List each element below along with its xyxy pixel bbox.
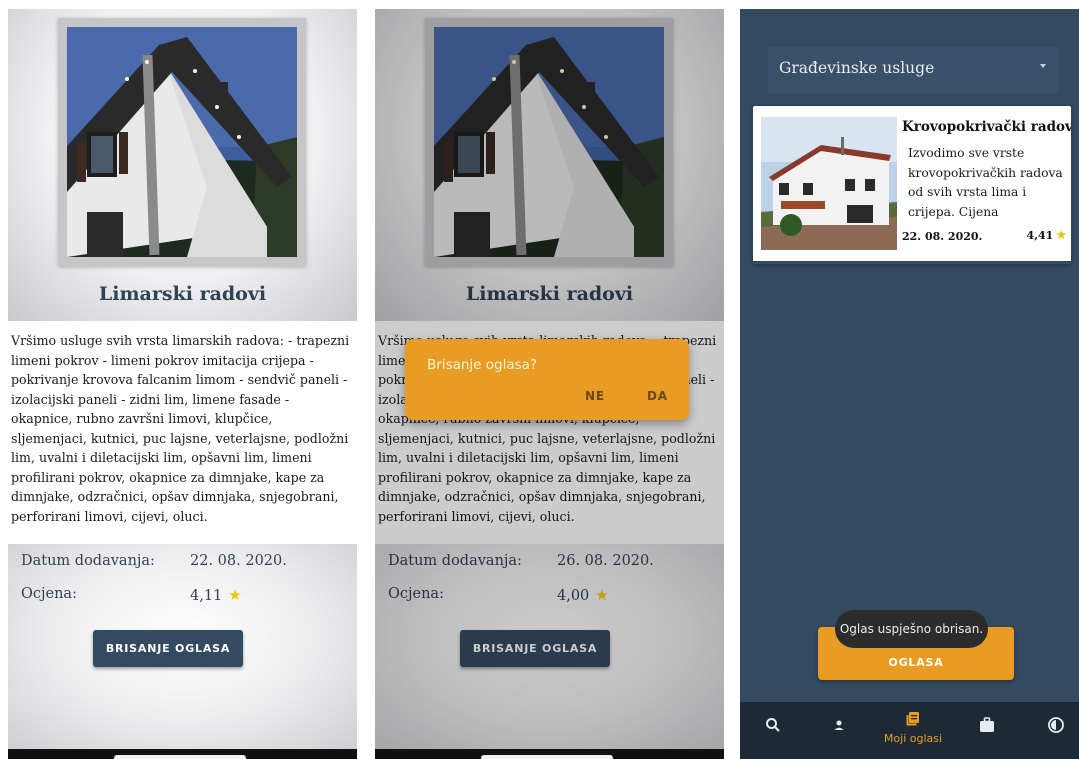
delete-confirm-screen: Limarski radovi Vršimo usluge svih vrsta… — [375, 9, 724, 759]
ad-title: Limarski radovi — [98, 283, 267, 305]
home-indicator[interactable] — [481, 755, 613, 759]
date-value: 22. 08. 2020. — [190, 553, 287, 569]
ad-header: Limarski radovi — [8, 9, 357, 321]
ad-card-image — [761, 117, 897, 250]
ad-info: Datum dodavanja: 22. 08. 2020. Ocjena: 4… — [8, 544, 357, 749]
delete-dialog: Brisanje oglasa? NE DA — [405, 339, 689, 420]
ad-card-description: Izvodimo sve vrste krovopokrivačkih rado… — [908, 146, 1063, 219]
ad-card-title: Krovopokrivački radov — [902, 119, 1071, 135]
briefcase-icon — [980, 717, 994, 732]
nav-theme[interactable] — [1023, 702, 1079, 749]
star-icon: ★ — [1055, 228, 1067, 243]
dropdown-arrow-icon — [1040, 64, 1046, 68]
ad-photo-frame — [58, 18, 306, 266]
nav-profile[interactable] — [806, 702, 872, 749]
person-icon — [834, 720, 844, 730]
dialog-no-button[interactable]: NE — [585, 389, 605, 403]
home-indicator[interactable] — [114, 755, 246, 759]
delete-ad-button[interactable]: BRISANJE OGLASA — [93, 630, 243, 667]
my-ads-icon — [906, 712, 919, 726]
ad-detail-screen: Limarski radovi Vršimo usluge svih vrsta… — [8, 9, 357, 759]
dialog-yes-button[interactable]: DA — [647, 389, 668, 403]
category-dropdown[interactable]: Građevinske usluge — [768, 47, 1058, 93]
ad-card-rating: 4,41 ★ — [1027, 228, 1067, 243]
ad-description: Vršimo usluge svih vrsta limarskih radov… — [8, 321, 357, 544]
ad-card[interactable]: Krovopokrivački radov Izvodimo sve vrste… — [753, 106, 1071, 264]
date-label: Datum dodavanja: — [21, 553, 155, 569]
card-bottom-line — [753, 261, 1071, 264]
ad-card-date: 22. 08. 2020. — [902, 230, 983, 243]
nav-my-ads[interactable]: Moji oglasi — [880, 702, 946, 749]
rating-value-wrap: 4,11 ★ — [190, 586, 242, 604]
category-selected: Građevinske usluge — [779, 59, 935, 77]
ad-photo — [67, 27, 297, 257]
nav-search[interactable] — [740, 702, 806, 749]
toast-message: Oglas uspješno obrisan. — [835, 610, 988, 648]
bottom-navigation: Moji oglasi — [740, 702, 1079, 759]
nav-my-ads-label: Moji oglasi — [883, 732, 943, 745]
search-icon — [766, 718, 780, 732]
theme-icon — [1048, 717, 1064, 733]
rating-label: Ocjena: — [21, 586, 77, 602]
my-ads-screen: Građevinske usluge Krovopokrivački radov… — [740, 9, 1079, 759]
nav-services[interactable] — [954, 702, 1020, 749]
ad-card-rating-value: 4,41 — [1026, 229, 1054, 242]
dialog-message: Brisanje oglasa? — [427, 357, 538, 373]
rating-value: 4,11 — [190, 588, 223, 604]
star-icon: ★ — [228, 586, 242, 604]
ad-description-text: Vršimo usluge svih vrsta limarskih radov… — [11, 333, 350, 524]
